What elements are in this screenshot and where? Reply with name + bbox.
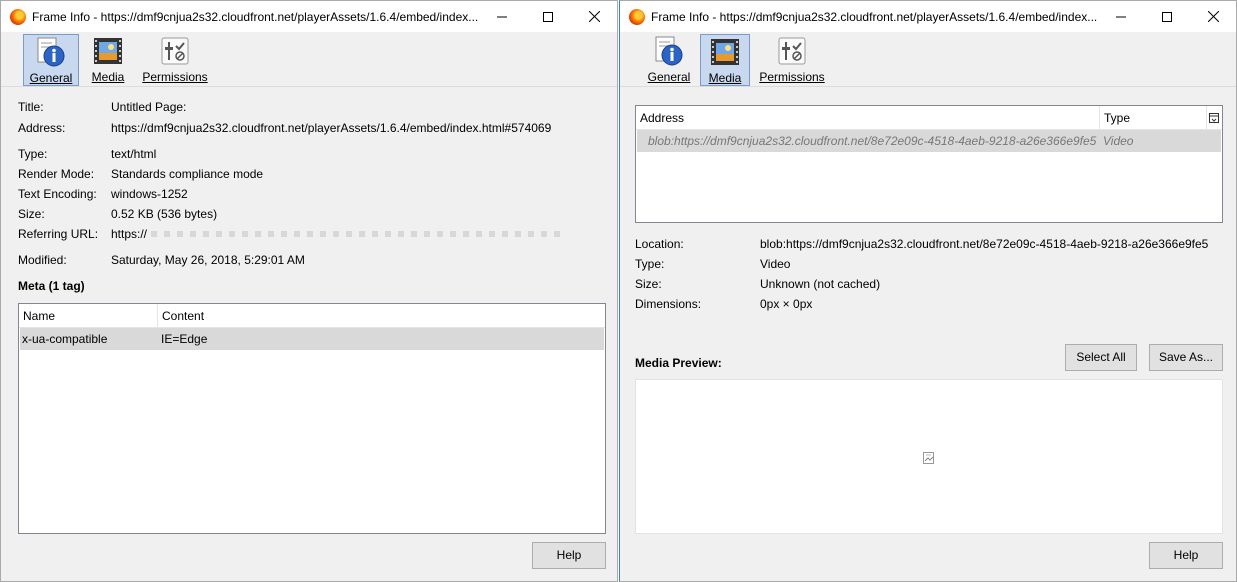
media-icon [94, 38, 122, 64]
firefox-logo-icon [629, 8, 645, 25]
frame-info-window-general: Frame Info - https://dmf9cnjua2s32.cloud… [0, 0, 618, 582]
size-value: Unknown (not cached) [760, 277, 881, 291]
column-header-address[interactable]: Address [636, 106, 1100, 130]
info-icon [655, 36, 683, 66]
address-label: Address: [18, 121, 66, 135]
media-table[interactable]: Address Type blob:https://dmf9cnjua2s32.… [635, 105, 1223, 223]
select-all-button[interactable]: Select All [1065, 344, 1137, 371]
render-mode-value: Standards compliance mode [111, 167, 264, 181]
maximize-icon [543, 11, 553, 22]
minimize-button[interactable] [479, 1, 525, 32]
save-as-button[interactable]: Save As... [1149, 344, 1223, 371]
tab-media[interactable]: Media [87, 34, 129, 86]
meta-table-header: Name Content [19, 304, 605, 328]
close-button[interactable] [1190, 1, 1236, 32]
dimensions-label: Dimensions: [635, 297, 702, 311]
title-bar: Frame Info - https://dmf9cnjua2s32.cloud… [620, 1, 1236, 32]
text-encoding-label: Text Encoding: [18, 187, 97, 201]
media-preview-label: Media Preview: [635, 356, 722, 370]
size-value: 0.52 KB (536 bytes) [111, 207, 218, 221]
column-header-type[interactable]: Type [1100, 106, 1207, 130]
tab-general[interactable]: General [648, 34, 690, 86]
help-button[interactable]: Help [532, 542, 606, 569]
window-title: Frame Info - https://dmf9cnjua2s32.cloud… [651, 9, 1098, 24]
maximize-icon [1162, 11, 1172, 22]
size-label: Size: [18, 207, 45, 221]
type-value: text/html [111, 147, 157, 161]
modified-value: Saturday, May 26, 2018, 5:29:01 AM [111, 253, 305, 267]
type-value: Video [760, 257, 791, 271]
close-button[interactable] [571, 1, 617, 32]
media-preview-area [635, 379, 1223, 534]
address-value: https://dmf9cnjua2s32.cloudfront.net/pla… [111, 121, 552, 135]
tab-media-label: Media [91, 70, 125, 84]
close-icon [1207, 11, 1219, 22]
table-row[interactable]: blob:https://dmf9cnjua2s32.cloudfront.ne… [637, 130, 1221, 152]
meta-name-cell: x-ua-compatible [22, 332, 108, 346]
maximize-button[interactable] [525, 1, 571, 32]
media-address-cell: blob:https://dmf9cnjua2s32.cloudfront.ne… [648, 134, 1097, 148]
broken-image-icon [923, 452, 934, 464]
media-table-header: Address Type [636, 106, 1222, 130]
minimize-icon [1116, 16, 1126, 17]
meta-table[interactable]: Name Content x-ua-compatible IE=Edge [18, 303, 606, 534]
media-type-cell: Video [1103, 134, 1134, 148]
window-title: Frame Info - https://dmf9cnjua2s32.cloud… [32, 9, 479, 24]
column-header-content[interactable]: Content [158, 304, 605, 328]
info-icon [37, 37, 65, 67]
tab-general-label: General [29, 71, 73, 85]
title-value: Untitled Page: [111, 100, 187, 114]
tab-media-label: Media [708, 71, 742, 85]
render-mode-label: Render Mode: [18, 167, 95, 181]
location-value: blob:https://dmf9cnjua2s32.cloudfront.ne… [760, 237, 1209, 251]
referring-url-text: https:// [111, 227, 148, 241]
tab-toolbar: General Media Permissions [620, 32, 1236, 87]
media-icon [711, 39, 739, 65]
location-label: Location: [635, 237, 684, 251]
modified-label: Modified: [18, 253, 67, 267]
firefox-logo-icon [10, 8, 26, 25]
referring-url-value: https:// [111, 227, 571, 243]
frame-info-window-media: Frame Info - https://dmf9cnjua2s32.cloud… [619, 0, 1237, 582]
column-picker-icon[interactable] [1207, 106, 1222, 130]
tab-general[interactable]: General [23, 34, 79, 86]
redacted-url-region [151, 231, 561, 237]
minimize-icon [497, 16, 507, 17]
tab-general-label: General [647, 70, 691, 84]
table-row[interactable]: x-ua-compatible IE=Edge [20, 328, 604, 350]
column-header-name[interactable]: Name [19, 304, 158, 328]
tab-permissions[interactable]: Permissions [758, 34, 826, 86]
meta-heading: Meta (1 tag) [18, 279, 85, 293]
type-label: Type: [18, 147, 48, 161]
title-bar: Frame Info - https://dmf9cnjua2s32.cloud… [1, 1, 617, 32]
permissions-icon [778, 37, 806, 65]
maximize-button[interactable] [1144, 1, 1190, 32]
tab-media[interactable]: Media [700, 34, 750, 86]
tab-permissions[interactable]: Permissions [141, 34, 209, 86]
help-button[interactable]: Help [1149, 542, 1223, 569]
title-label: Title: [18, 100, 44, 114]
minimize-button[interactable] [1098, 1, 1144, 32]
tab-permissions-label: Permissions [142, 70, 208, 84]
permissions-icon [161, 37, 189, 65]
size-label: Size: [635, 277, 662, 291]
referring-url-label: Referring URL: [18, 227, 99, 241]
meta-content-cell: IE=Edge [161, 332, 208, 346]
text-encoding-value: windows-1252 [111, 187, 188, 201]
close-icon [588, 11, 600, 22]
tab-toolbar: General Media Permissions [1, 32, 617, 87]
type-label: Type: [635, 257, 665, 271]
tab-permissions-label: Permissions [759, 70, 825, 84]
dimensions-value: 0px × 0px [760, 297, 813, 311]
